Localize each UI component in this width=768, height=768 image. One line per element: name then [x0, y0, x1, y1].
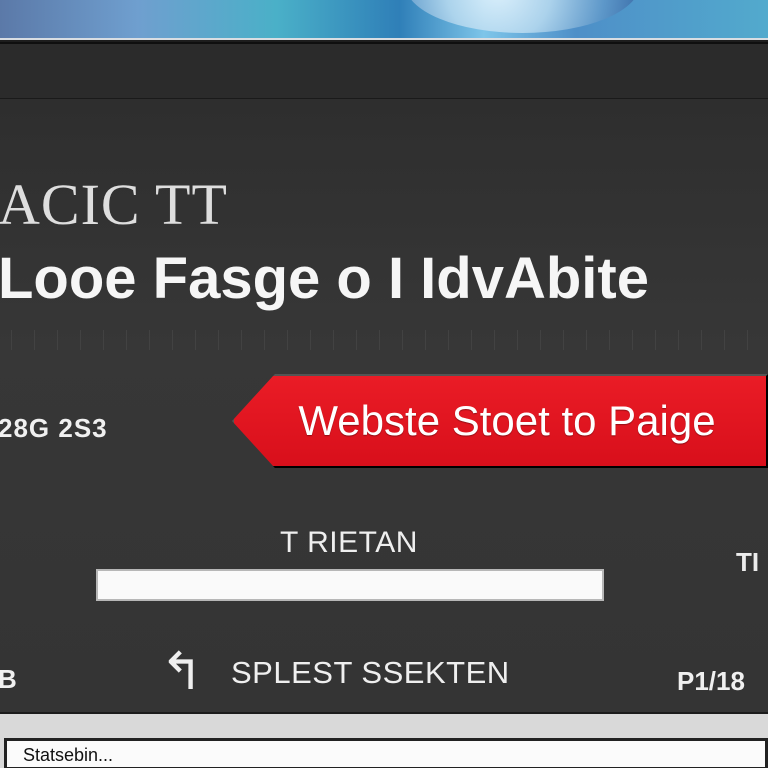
website-start-button[interactable]: Webste Stoet to Paige [232, 374, 768, 468]
screenshot-root: ACIC TT Looe Fasge o I IdvAbite 28G 2S3 … [0, 0, 768, 768]
panel-header-bar [0, 44, 768, 99]
form-label: T RIETAN [280, 526, 418, 559]
back-arrow-icon[interactable]: ↰ [160, 646, 204, 706]
footer-left-number: B [0, 664, 17, 695]
globe-icon [405, 0, 640, 33]
status-field: Statsebin... [4, 738, 768, 768]
brand-title: ACIC TT [0, 172, 228, 237]
main-panel: ACIC TT Looe Fasge o I IdvAbite 28G 2S3 … [0, 42, 768, 716]
status-text: Statsebin... [23, 745, 114, 765]
page-indicator: P1/18 [677, 666, 745, 696]
main-headline: Looe Fasge o I IdvAbite [0, 246, 649, 311]
text-input[interactable] [98, 571, 602, 599]
left-counter: 28G 2S3 [0, 413, 108, 443]
footer-label: SPLEST SSEKTEN [231, 655, 510, 690]
side-marker: TI [736, 547, 760, 577]
text-input-wrapper [96, 569, 604, 601]
headline-separator [0, 330, 768, 350]
status-bar: Statsebin... [0, 712, 768, 768]
top-banner [0, 0, 768, 40]
